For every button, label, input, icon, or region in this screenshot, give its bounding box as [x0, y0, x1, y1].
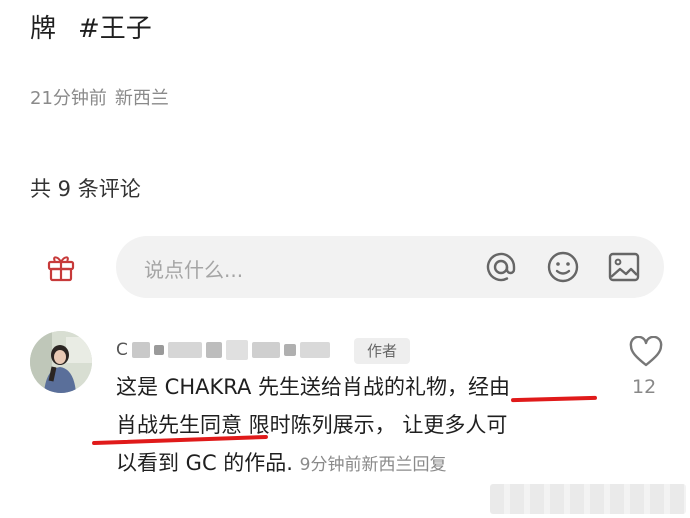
- gift-icon[interactable]: [46, 252, 76, 282]
- author-tag: 作者: [354, 338, 410, 364]
- comment-count: 共 9 条评论: [30, 177, 141, 201]
- heart-icon[interactable]: [628, 336, 664, 368]
- comment-time: 9分钟前: [299, 455, 362, 475]
- post-meta: 21分钟前 新西兰: [30, 84, 169, 110]
- comment-text: 这是 CHAKRA 先生送给肖战的礼物，经由 肖战先生同意 限时陈列展示， 让更…: [116, 368, 606, 484]
- post-location: 新西兰: [114, 88, 169, 109]
- like-count: 12: [632, 376, 657, 398]
- at-icon[interactable]: [484, 250, 518, 284]
- comment-location: 新西兰: [361, 455, 413, 475]
- post-title: 牌 #王子: [30, 8, 152, 45]
- image-icon[interactable]: [607, 250, 641, 284]
- comment-line-3-text: 以看到 GC 的作品.: [116, 451, 293, 475]
- comment-input-bar[interactable]: 说点什么...: [116, 236, 664, 298]
- watermark: [490, 484, 686, 514]
- reply-button[interactable]: 回复: [412, 455, 446, 475]
- commenter-name-visible: C: [116, 340, 128, 360]
- comment-line-3: 以看到 GC 的作品. 9分钟前新西兰回复: [116, 444, 606, 484]
- post-title-char: 牌: [30, 14, 57, 44]
- post-hashtag[interactable]: #王子: [78, 14, 152, 44]
- post-time: 21分钟前: [30, 88, 107, 109]
- commenter-name[interactable]: C: [116, 337, 338, 363]
- emoji-icon[interactable]: [546, 250, 580, 284]
- comment-input-placeholder[interactable]: 说点什么...: [144, 254, 243, 283]
- avatar[interactable]: [30, 331, 92, 393]
